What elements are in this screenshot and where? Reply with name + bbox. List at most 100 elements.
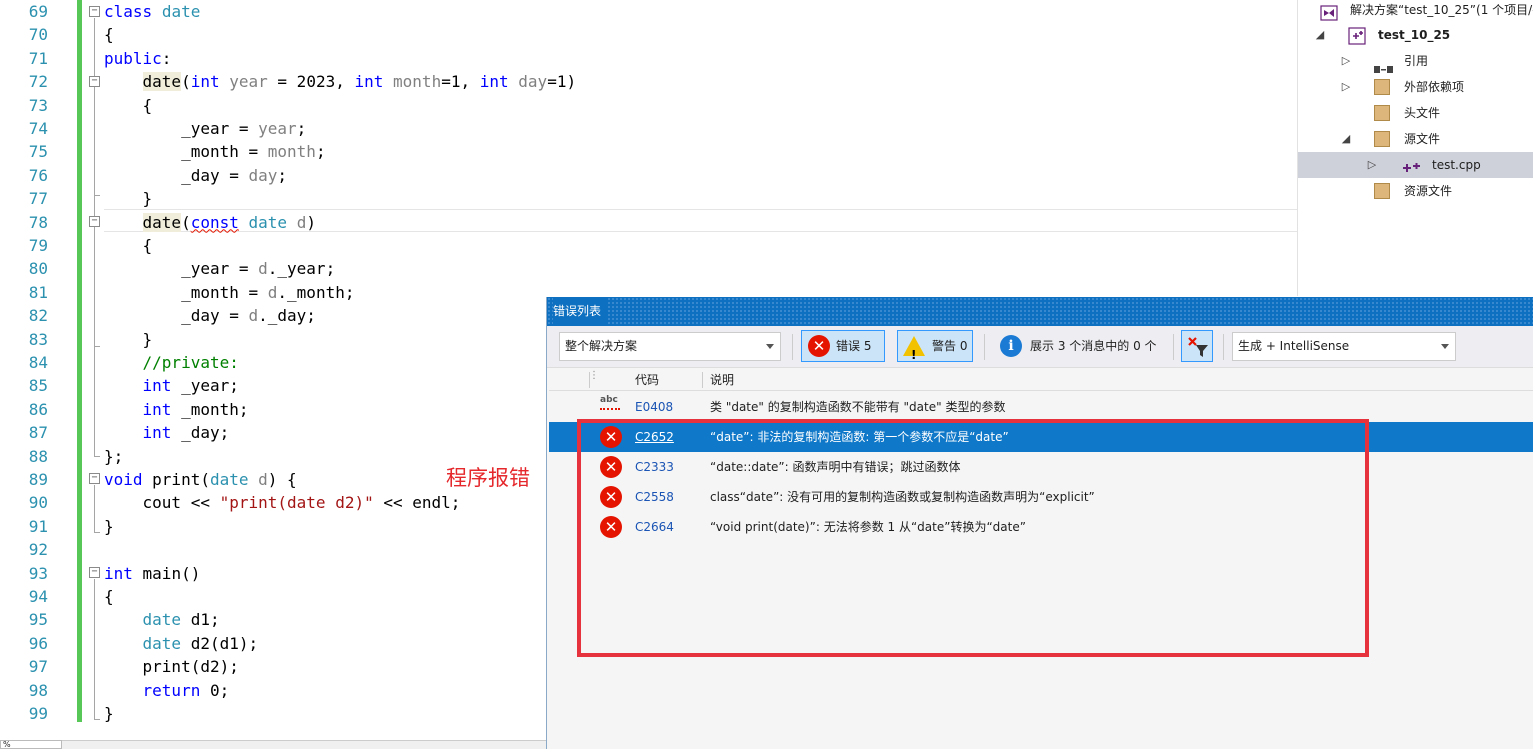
code-line: cout << "print(date d2)" << endl; bbox=[104, 493, 461, 513]
line-number: 86 bbox=[28, 399, 48, 419]
line-number: 85 bbox=[28, 376, 48, 396]
collapse-copy-constructor-icon[interactable]: − bbox=[89, 216, 100, 227]
code-line: return 0; bbox=[142, 680, 230, 700]
tree-item-test-cpp[interactable]: ▷ test.cpp bbox=[1298, 152, 1533, 178]
collapse-class-icon[interactable]: − bbox=[89, 6, 100, 17]
error-list-title-bar[interactable]: 错误列表 bbox=[547, 297, 1533, 326]
info-icon: i bbox=[1000, 335, 1022, 357]
scope-dropdown[interactable]: 整个解决方案 bbox=[559, 332, 781, 361]
line-number: 95 bbox=[28, 610, 48, 630]
code-line: date(const date d) bbox=[142, 212, 316, 232]
build-source-dropdown[interactable]: 生成 + IntelliSense bbox=[1232, 332, 1456, 361]
collapse-constructor-icon[interactable]: − bbox=[89, 76, 100, 87]
code-line: public: bbox=[104, 48, 172, 68]
code-line: _month = d._month; bbox=[104, 282, 355, 302]
line-number: 83 bbox=[28, 329, 48, 349]
code-line: //private: bbox=[142, 353, 239, 372]
code-line: { bbox=[104, 95, 153, 115]
errors-filter-label: 错误 5 bbox=[836, 339, 872, 353]
code-line: _year = d._year; bbox=[104, 259, 336, 279]
tree-item-solution[interactable]: 解决方案“test_10_25”(1 个项目/共 bbox=[1298, 0, 1533, 23]
line-number: 81 bbox=[28, 282, 48, 302]
column-header-description[interactable]: 说明 bbox=[710, 369, 734, 391]
line-number: 74 bbox=[28, 119, 48, 138]
expanded-arrow-icon[interactable]: ◢ bbox=[1314, 22, 1326, 48]
code-line: _day = d._day; bbox=[104, 306, 316, 326]
line-number: 75 bbox=[28, 142, 48, 162]
collapse-main-icon[interactable]: − bbox=[89, 567, 100, 578]
tree-label: 外部依赖项 bbox=[1404, 80, 1465, 94]
error-icon: ✕ bbox=[808, 335, 830, 357]
tree-label: test.cpp bbox=[1432, 158, 1481, 172]
tree-item-header-files[interactable]: 头文件 bbox=[1298, 100, 1533, 126]
warnings-filter-label: 警告 0 bbox=[932, 339, 968, 353]
references-icon bbox=[1374, 57, 1393, 73]
code-line: void print(date d) { bbox=[104, 470, 297, 489]
error-list-header: ⋮ 代码 说明 bbox=[549, 369, 1533, 391]
line-number-gutter: 69 70 71 72 73 74 75 76 77 78 79 80 81 8… bbox=[0, 0, 56, 740]
tree-item-source-files[interactable]: ◢ 源文件 bbox=[1298, 126, 1533, 152]
line-number: 71 bbox=[28, 48, 48, 68]
cpp-project-icon bbox=[1348, 27, 1366, 45]
expanded-arrow-icon[interactable]: ◢ bbox=[1340, 126, 1352, 152]
tree-item-project[interactable]: ◢ test_10_25 bbox=[1298, 22, 1533, 48]
messages-filter-button[interactable]: i 展示 3 个消息中的 0 个 bbox=[997, 330, 1167, 362]
filter-current-document-button[interactable] bbox=[1181, 330, 1213, 362]
error-code-link[interactable]: E0408 bbox=[635, 392, 673, 422]
intellisense-squiggle-icon: abc bbox=[600, 395, 620, 410]
errors-filter-button[interactable]: ✕ 错误 5 bbox=[801, 330, 885, 362]
collapsed-arrow-icon[interactable]: ▷ bbox=[1366, 152, 1378, 178]
warning-icon: ! bbox=[903, 336, 925, 362]
highlight-annotation-box bbox=[577, 419, 1369, 657]
collapsed-arrow-icon[interactable]: ▷ bbox=[1340, 74, 1352, 100]
line-number: 70 bbox=[28, 25, 48, 45]
collapse-print-icon[interactable]: − bbox=[89, 473, 100, 484]
filter-funnel-icon bbox=[1187, 336, 1209, 369]
tree-item-resource-files[interactable]: 资源文件 bbox=[1298, 178, 1533, 204]
line-number: 73 bbox=[28, 95, 48, 115]
error-row[interactable]: abc E0408 类 "date" 的复制构造函数不能带有 "date" 类型… bbox=[549, 392, 1533, 422]
code-line: int _month; bbox=[142, 399, 249, 419]
code-line: int _year; bbox=[142, 376, 239, 396]
tree-item-references[interactable]: ▷ 引用 bbox=[1298, 48, 1533, 74]
line-number: 88 bbox=[28, 446, 48, 466]
code-line: { bbox=[104, 587, 114, 606]
code-line: }; bbox=[104, 446, 124, 466]
warnings-filter-button[interactable]: ! 警告 0 bbox=[897, 330, 973, 362]
line-number: 98 bbox=[28, 680, 48, 700]
line-number: 99 bbox=[28, 704, 48, 723]
code-line: _year = year; bbox=[104, 119, 307, 138]
tree-label: test_10_25 bbox=[1378, 28, 1451, 42]
line-number: 93 bbox=[28, 563, 48, 583]
line-number: 97 bbox=[28, 657, 48, 677]
tree-label: 资源文件 bbox=[1404, 184, 1453, 198]
line-number: 79 bbox=[28, 236, 48, 255]
resource-folder-icon bbox=[1374, 183, 1390, 199]
line-number: 87 bbox=[28, 423, 48, 443]
code-line: } bbox=[104, 329, 153, 349]
line-number: 91 bbox=[28, 516, 48, 536]
tree-label: 引用 bbox=[1404, 54, 1429, 68]
line-number: 80 bbox=[28, 259, 48, 279]
column-grip-icon: ⋮ bbox=[589, 370, 599, 381]
tree-item-external-deps[interactable]: ▷ 外部依赖项 bbox=[1298, 74, 1533, 100]
external-deps-folder-icon bbox=[1374, 79, 1390, 95]
code-line: date d2(d1); bbox=[142, 633, 259, 653]
code-line: } bbox=[104, 704, 114, 723]
collapsed-arrow-icon[interactable]: ▷ bbox=[1340, 48, 1352, 74]
code-line: } bbox=[104, 516, 114, 536]
messages-filter-label: 展示 3 个消息中的 0 个 bbox=[1030, 339, 1157, 353]
line-number: 69 bbox=[28, 2, 48, 21]
line-number: 77 bbox=[28, 189, 48, 209]
solution-explorer: 解决方案“test_10_25”(1 个项目/共 ◢ test_10_25 ▷ … bbox=[1297, 0, 1533, 296]
tree-label: 源文件 bbox=[1404, 132, 1441, 146]
code-line: _day = day; bbox=[104, 165, 288, 185]
header-folder-icon bbox=[1374, 105, 1390, 121]
column-header-code[interactable]: 代码 bbox=[635, 369, 659, 391]
line-number: 89 bbox=[28, 470, 48, 489]
error-list-title: 错误列表 bbox=[553, 297, 608, 326]
line-number: 94 bbox=[28, 587, 48, 606]
zoom-level-box[interactable]: % bbox=[0, 740, 62, 749]
code-line: date d1; bbox=[142, 610, 220, 630]
chevron-down-icon bbox=[1441, 344, 1449, 349]
